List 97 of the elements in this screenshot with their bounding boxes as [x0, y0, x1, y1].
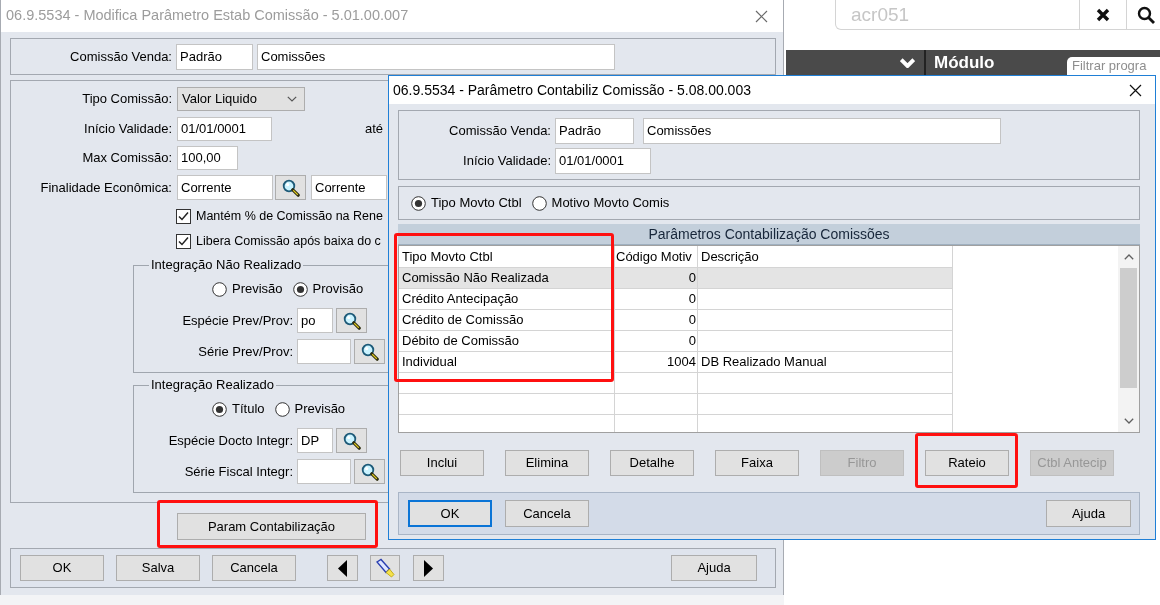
chevron-down-icon	[900, 57, 915, 68]
table-row[interactable]: Crédito Antecipação 0	[399, 289, 953, 310]
window-title: 06.9.5534 - Parâmetro Contabiliz Comissão - 5.08.00.003	[393, 80, 751, 100]
dialog-button[interactable]: Cancela	[505, 500, 589, 527]
table-title: Parâmetros Contabilização Comissões	[398, 224, 1140, 245]
field-label: Série Fiscal Integr:	[183, 462, 293, 481]
text-field[interactable]: Padrão	[176, 43, 253, 70]
window-title: 06.9.5534 - Modifica Parâmetro Estab Comissão - 5.01.00.007	[6, 6, 409, 26]
checkbox-label[interactable]: Libera Comissão após baixa do c	[196, 231, 381, 251]
scrollbar[interactable]	[1118, 246, 1139, 432]
chevron-up-icon	[1123, 254, 1134, 260]
dialog-button[interactable]: OK	[408, 500, 492, 527]
search-field[interactable]: acr051	[835, 0, 1080, 30]
radio-label[interactable]: Previsão	[232, 279, 283, 299]
radio-button[interactable]	[274, 401, 290, 417]
module-label: Módulo	[934, 52, 995, 73]
input-field[interactable]	[297, 339, 351, 364]
collapse-button[interactable]	[899, 55, 916, 70]
triangle-left-icon	[338, 559, 347, 577]
chevron-down-icon	[1123, 418, 1134, 424]
lookup-button[interactable]	[354, 339, 385, 364]
field-label: Espécie Prev/Prov:	[181, 311, 293, 330]
help-button[interactable]: Ajuda	[671, 555, 757, 581]
field-label: Espécie Docto Integr:	[167, 431, 293, 450]
text-field[interactable]: Corrente	[311, 175, 387, 200]
text-field[interactable]: Comissões	[257, 43, 615, 70]
dialog-button[interactable]: Salva	[116, 555, 200, 581]
lookup-button[interactable]	[336, 308, 367, 333]
radio-label[interactable]: Motivo Movto Comis	[551, 193, 670, 213]
close-button[interactable]	[1128, 82, 1143, 98]
scrollbar-thumb[interactable]	[1120, 268, 1137, 388]
help-button[interactable]: Ajuda	[1046, 500, 1131, 527]
radio-button[interactable]	[531, 195, 547, 211]
close-icon	[1096, 7, 1110, 22]
text-field[interactable]: Padrão	[555, 118, 634, 144]
checkbox[interactable]	[176, 208, 191, 224]
text-field[interactable]: Comissões	[643, 118, 1001, 144]
triangle-right-icon	[424, 559, 433, 577]
previous-button[interactable]	[327, 555, 358, 581]
chevron-down-icon	[287, 96, 297, 102]
lookup-button[interactable]	[336, 428, 367, 453]
field-label: Série Prev/Prov:	[197, 342, 293, 361]
table-row[interactable]: Crédito de Comissão 0	[399, 310, 953, 331]
text-field[interactable]: 01/01/0001	[555, 148, 651, 174]
table-row[interactable]: Comissão Não Realizada 0	[399, 268, 953, 289]
radio-button[interactable]	[411, 195, 426, 211]
lookup-button[interactable]	[354, 459, 385, 484]
next-button[interactable]	[413, 555, 444, 581]
field-label: até	[365, 120, 384, 139]
radio-button[interactable]	[292, 281, 308, 297]
text-field[interactable]: DP	[297, 428, 333, 453]
search-icon	[360, 342, 379, 361]
field-label: Tipo Comissão:	[81, 90, 172, 109]
input-field[interactable]	[297, 459, 351, 484]
text-field[interactable]: 01/01/0001	[177, 117, 272, 141]
flashlight-button[interactable]	[370, 555, 400, 581]
action-button[interactable]: Elimina	[505, 450, 589, 476]
field-label: Início Validade:	[83, 120, 172, 139]
search-icon	[342, 431, 361, 450]
checkbox[interactable]	[176, 233, 191, 249]
radio-label[interactable]: Previsão	[294, 399, 346, 419]
table-row[interactable]: Débito de Comissão 0	[399, 331, 953, 352]
clear-button[interactable]	[1080, 0, 1127, 30]
text-field[interactable]: 100,00	[177, 146, 238, 170]
field-label: Comissão Venda:	[69, 47, 172, 66]
action-button[interactable]: Inclui	[400, 450, 484, 476]
action-button[interactable]: Detalhe	[610, 450, 694, 476]
action-button[interactable]: Rateio	[925, 450, 1009, 476]
search-icon	[342, 311, 361, 330]
lookup-button[interactable]	[275, 175, 306, 200]
checkbox-label[interactable]: Mantém % de Comissão na Rene	[196, 206, 383, 226]
action-button[interactable]: Faixa	[715, 450, 799, 476]
dropdown[interactable]: Valor Liquido	[177, 87, 305, 111]
radio-button[interactable]	[212, 281, 227, 297]
field-label: Comissão Venda:	[448, 122, 551, 141]
field-label: Finalidade Econômica:	[39, 178, 172, 197]
flashlight-icon	[375, 558, 395, 578]
search-icon	[1137, 5, 1155, 24]
field-label: Início Validade:	[462, 152, 551, 171]
search-icon	[360, 462, 379, 481]
dialog-button[interactable]: Cancela	[212, 555, 296, 581]
radio-label[interactable]: Título	[232, 399, 265, 419]
text-field[interactable]: po	[297, 308, 333, 333]
group-title: Integração Não Realizado	[150, 257, 303, 273]
search-icon	[281, 178, 300, 197]
radio-label[interactable]: Provisão	[312, 279, 364, 299]
table-row[interactable]: Individual 1004 DB Realizado Manual	[399, 352, 953, 373]
text-field[interactable]: Corrente	[177, 175, 273, 200]
close-icon	[755, 9, 768, 23]
radio-button[interactable]	[212, 401, 227, 417]
filter-field[interactable]: Filtrar progra	[1067, 57, 1160, 75]
radio-label[interactable]: Tipo Movto Ctbl	[431, 193, 522, 213]
group-title: Integração Realizado	[150, 377, 275, 393]
close-icon	[1129, 83, 1142, 97]
param-button[interactable]: Param Contabilização	[177, 513, 366, 540]
field-label: Max Comissão:	[81, 149, 172, 168]
dialog-button[interactable]: OK	[20, 555, 104, 581]
